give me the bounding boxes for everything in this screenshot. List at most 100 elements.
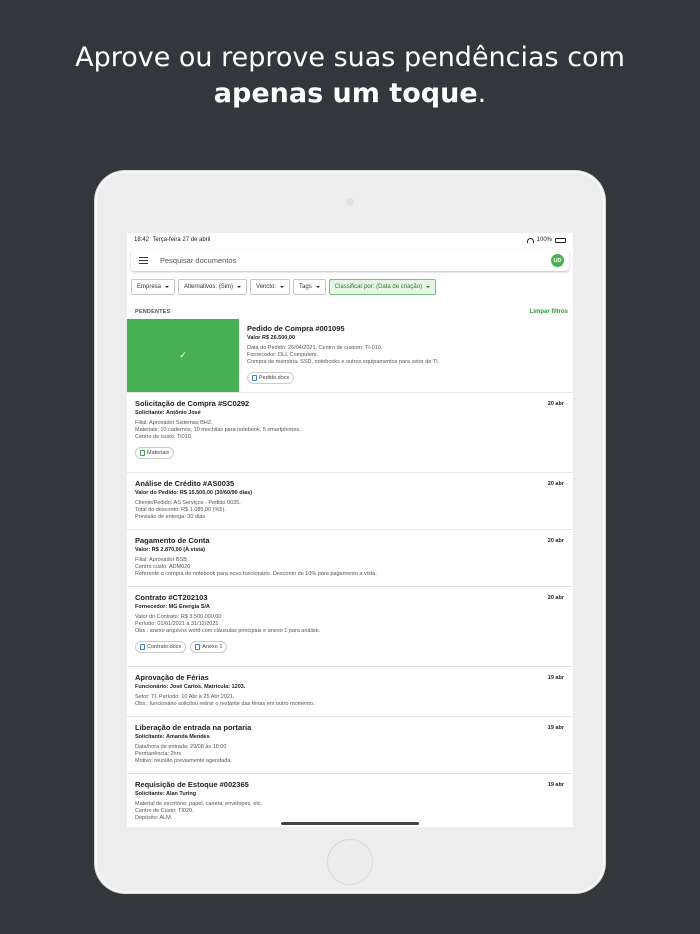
document-item[interactable]: Requisição de Estoque #002365 Solicitant… [127, 774, 573, 827]
file-icon [140, 644, 145, 650]
filter-label: Vencto: [256, 284, 277, 290]
document-line: Obs.: anexo arquivos word com cláusulas … [135, 628, 321, 634]
avatar[interactable]: UD [551, 254, 564, 267]
approve-action[interactable]: ✓ [127, 319, 239, 392]
filter-label: Tags [299, 284, 312, 290]
status-time: 18:42 [134, 237, 150, 243]
caret-down-icon [165, 286, 170, 288]
home-button[interactable] [327, 839, 373, 885]
document-subtitle: Valor R$ 26.500,00 [247, 335, 296, 341]
document-item[interactable]: Pagamento de Conta Valor: R$ 2.870,00 (À… [127, 530, 573, 587]
attachment-chip[interactable]: Pedido.docx [247, 372, 295, 384]
clear-filters-link[interactable]: Limpar filtros [530, 309, 568, 315]
document-line: Motivo: reunião previamente agendada. [135, 758, 232, 764]
headline: Aprove ou reprove suas pendências com ap… [0, 40, 700, 112]
check-icon: ✓ [179, 350, 187, 360]
document-line: Materiais: 10 cadernos, 10 mochilas para… [135, 427, 301, 433]
document-date: 19 abr [547, 782, 564, 788]
filter-company[interactable]: Empresa [131, 279, 176, 295]
document-subtitle: Solicitante: Antônio José [135, 410, 201, 416]
document-subtitle: Valor do Pedido: R$ 15.500,00 (30/60/90 … [135, 490, 253, 496]
document-line: Data/hora de entrada: 29/08 às 18:00 [135, 744, 227, 750]
caret-down-icon [315, 286, 320, 288]
document-subtitle: Funcionário: José Carlos. Matrícula: 120… [135, 684, 246, 690]
filter-tags[interactable]: Tags [293, 279, 326, 295]
document-subtitle: Valor: R$ 2.870,00 (À vista) [135, 547, 206, 553]
document-line: Depósito: ALM. [135, 815, 173, 821]
app-screen: 18:42 Terça-feira 27 de abril 100% Pesqu… [127, 233, 573, 827]
document-line: Material de escritório: papel, caneta, e… [135, 801, 263, 807]
status-date: Terça-feira 27 de abril [152, 237, 211, 243]
filter-label: Classificar por: (Data de criação) [334, 284, 423, 290]
document-line: Obs.: funcionário solicitou retirar o re… [135, 701, 315, 707]
document-line: Previsão de entrega: 30 dias. [135, 514, 207, 520]
spreadsheet-icon [140, 450, 145, 456]
attachment-label: Contrato.docx [147, 644, 182, 650]
document-subtitle: Solicitante: Amanda Mendes [135, 734, 210, 740]
document-item[interactable]: Contrato #CT202103 Fornecedor: MG Energi… [127, 587, 573, 667]
attachments: Contrato.docx Anexo 1 [135, 641, 565, 653]
document-date: 19 abr [547, 725, 564, 731]
wifi-icon [526, 237, 534, 243]
document-subtitle: Solicitante: Alan Turing [135, 791, 197, 797]
document-title: Contrato #CT202103 [135, 593, 208, 602]
document-line: Fornecedor: DLL Computers. [247, 352, 319, 358]
document-title: Requisição de Estoque #002365 [135, 780, 249, 789]
document-date: 19 abr [547, 675, 564, 681]
caret-down-icon [237, 286, 242, 288]
document-line: Total do desconto: R$ 1.085,00 (%5). [135, 507, 226, 513]
document-line: Data do Pedido: 26/04/2021. Centro de cu… [247, 345, 383, 351]
document-line: Centro custo: ADM020 [135, 564, 191, 570]
document-item[interactable]: Aprovação de Férias Funcionário: José Ca… [127, 667, 573, 717]
status-bar: 18:42 Terça-feira 27 de abril 100% [127, 233, 573, 247]
search-bar[interactable]: Pesquisar documentos UD [131, 250, 569, 271]
document-title: Solicitação de Compra #SC0292 [135, 399, 250, 408]
document-title: Pedido de Compra #001095 [247, 324, 345, 333]
caret-down-icon [280, 286, 285, 288]
document-date: 20 abr [547, 481, 564, 487]
sort-by[interactable]: Classificar por: (Data de criação) [328, 279, 437, 295]
document-content[interactable]: Pedido de Compra #001095 Valor R$ 26.500… [239, 319, 573, 392]
document-subtitle: Fornecedor: MG Energia S/A [135, 604, 210, 610]
document-line: Compra de memória, SSD, notebooks e outr… [247, 359, 440, 365]
filter-bar: Empresa Alternativos: (Sim) Vencto: Tags… [127, 271, 573, 295]
section-title: PENDENTES [135, 309, 171, 315]
file-icon [252, 375, 257, 381]
filter-alternatives[interactable]: Alternativos: (Sim) [178, 279, 248, 295]
status-right: 100% [526, 237, 566, 243]
camera-icon [346, 198, 354, 206]
document-item[interactable]: Liberação de entrada na portaria Solicit… [127, 717, 573, 774]
battery-percent: 100% [536, 237, 552, 243]
document-line: Filial: Aprovador BSB [135, 557, 187, 563]
attachment-label: Anexo 1 [202, 644, 223, 650]
filter-label: Alternativos: (Sim) [184, 284, 234, 290]
document-item[interactable]: Solicitação de Compra #SC0292 Solicitant… [127, 393, 573, 473]
battery-icon [555, 237, 566, 243]
attachment-label: Pedido.docx [259, 375, 290, 381]
document-item[interactable]: Análise de Crédito #AS0035 Valor do Pedi… [127, 473, 573, 530]
swiped-document[interactable]: ✓ Pedido de Compra #001095 Valor R$ 26.5… [127, 319, 573, 393]
attachment-chip[interactable]: Materiais [135, 447, 175, 459]
document-title: Liberação de entrada na portaria [135, 723, 252, 732]
document-line: Cliente/Pedido: AS Serviços - Pedido 003… [135, 500, 241, 506]
attachments: Materiais [135, 447, 565, 459]
document-line: Filial: Aprovador Sistemas BHZ. [135, 420, 213, 426]
filter-due-date[interactable]: Vencto: [250, 279, 291, 295]
document-line: Permanência: 2hrs [135, 751, 182, 757]
menu-icon[interactable] [139, 257, 148, 264]
search-input[interactable]: Pesquisar documentos [160, 256, 551, 265]
pending-section-header: PENDENTES Limpar filtros [127, 307, 573, 317]
document-line: Período: 01/01/2021 à 31/12/2021 [135, 621, 219, 627]
document-line: Centro de Custo: TI020. [135, 808, 194, 814]
document-title: Pagamento de Conta [135, 536, 210, 545]
attachment-chip[interactable]: Anexo 1 [190, 641, 228, 653]
document-line: Centro de custo: TI010. [135, 434, 193, 440]
document-line: Setor: TI. Período: 10 Abr à 25 Abr 2021… [135, 694, 235, 700]
attachment-chip[interactable]: Contrato.docx [135, 641, 187, 653]
home-indicator[interactable] [281, 822, 419, 825]
file-icon [195, 644, 201, 650]
attachments: Pedido.docx [247, 372, 565, 384]
headline-bold: apenas um toque [213, 78, 478, 109]
document-title: Aprovação de Férias [135, 673, 209, 682]
document-date: 20 abr [547, 401, 564, 407]
